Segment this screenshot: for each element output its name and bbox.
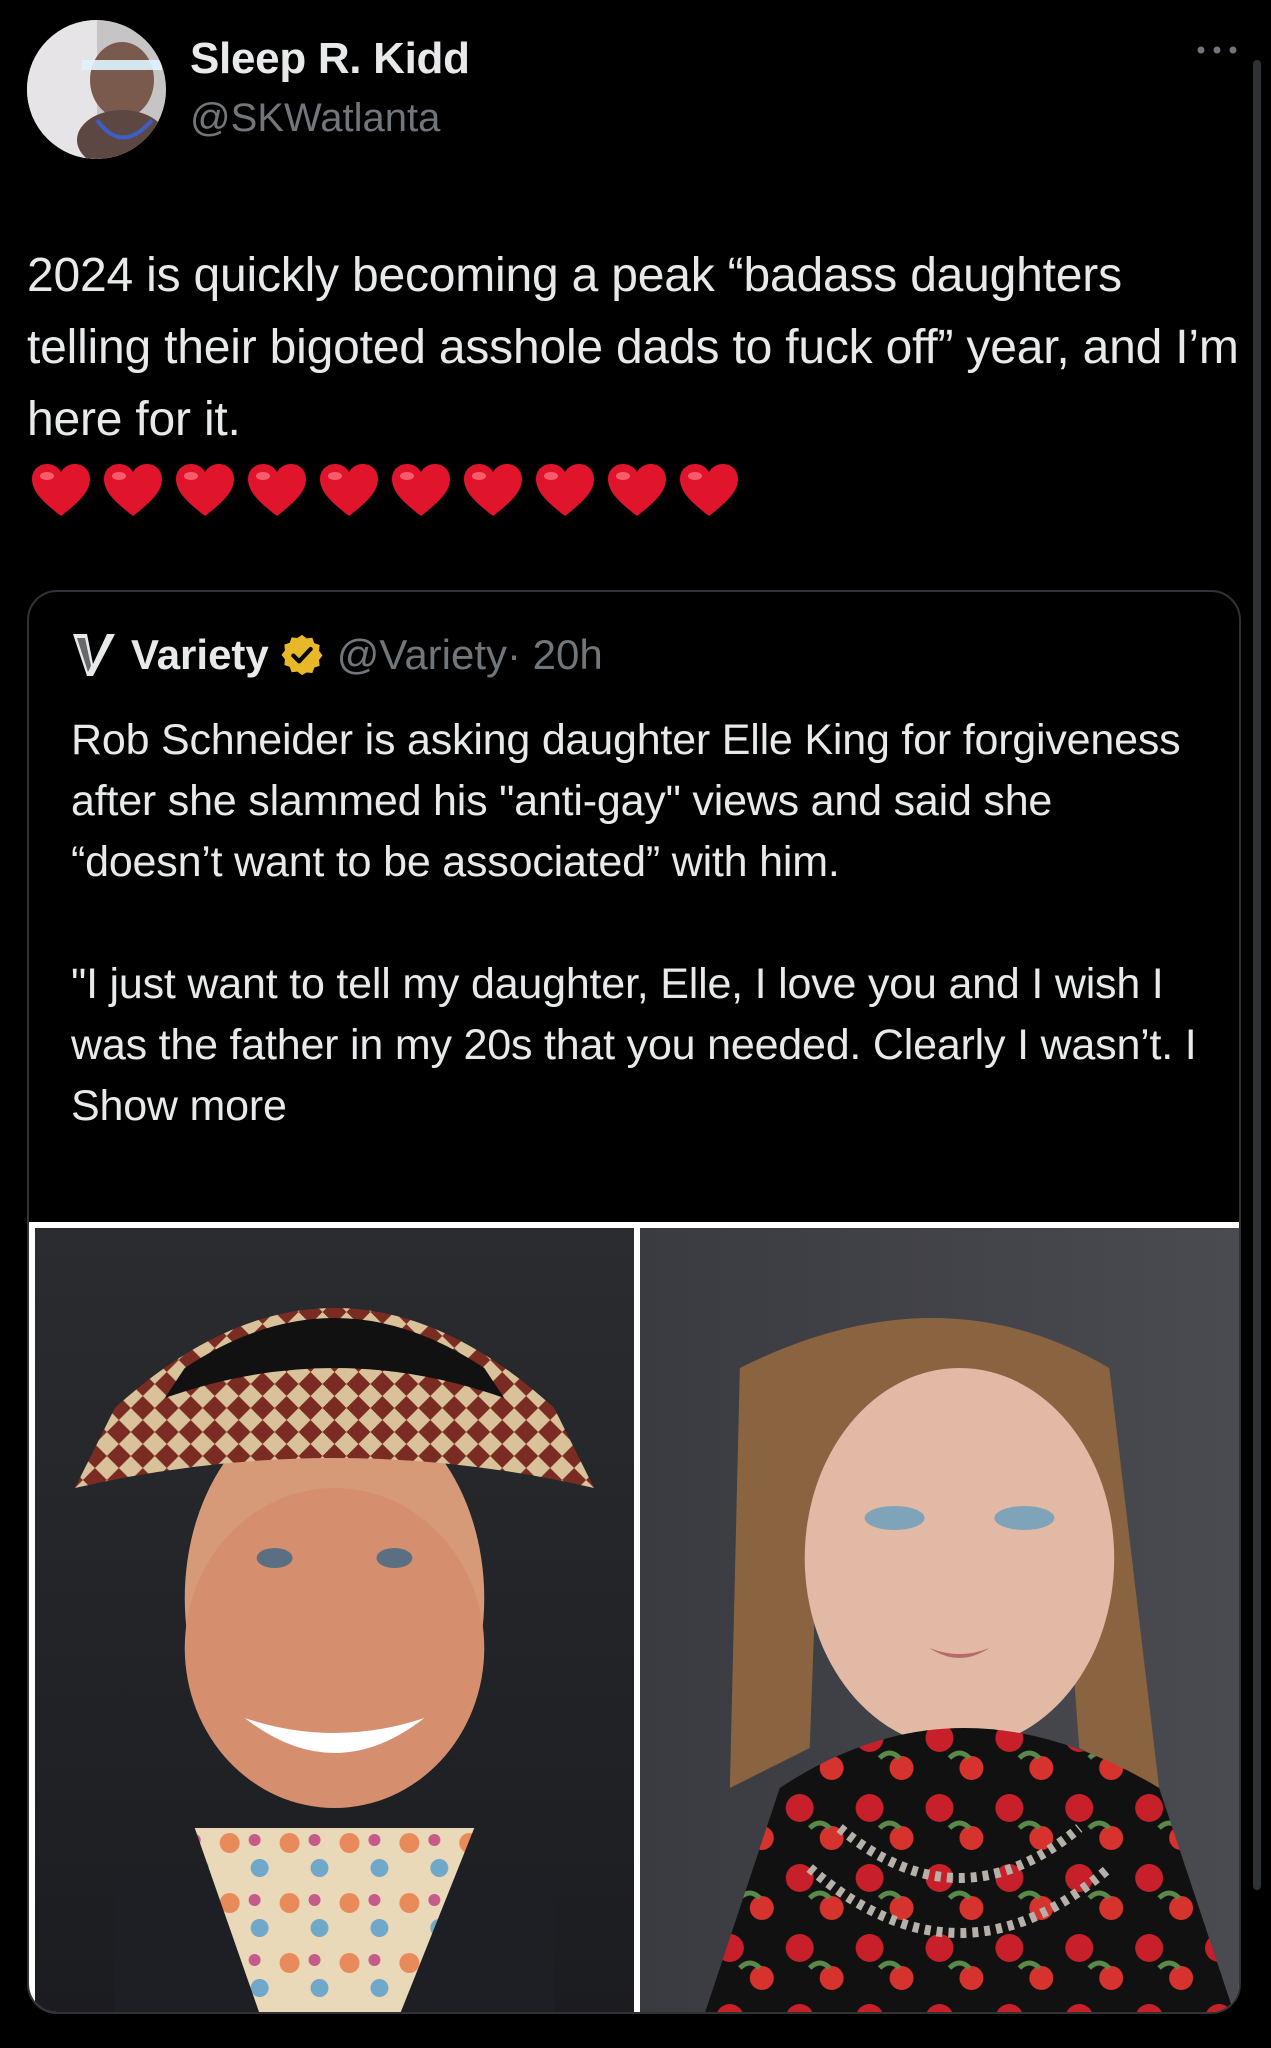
show-more-link[interactable]: Show more	[71, 1082, 287, 1130]
heart-emoji-icon	[104, 464, 162, 516]
quoted-author-name[interactable]: Variety	[131, 631, 269, 679]
photo-elle-king[interactable]	[640, 1228, 1239, 2012]
scrollbar[interactable]	[1253, 60, 1261, 1890]
tweet[interactable]: Sleep R. Kidd @SKWatlanta 2024 is quickl…	[0, 0, 1271, 2048]
heart-emoji-row	[30, 462, 740, 522]
heart-emoji-icon	[464, 464, 522, 516]
quoted-tweet-text: Rob Schneider is asking daughter Elle Ki…	[71, 710, 1201, 1137]
ellipsis-icon[interactable]	[1195, 40, 1239, 60]
photo-rob-schneider[interactable]	[35, 1228, 634, 2012]
author-handle[interactable]: @SKWatlanta	[190, 96, 440, 141]
heart-emoji-icon	[392, 464, 450, 516]
quoted-tweet-body: Rob Schneider is asking daughter Elle Ki…	[71, 716, 1197, 1069]
quoted-author-handle[interactable]: @Variety	[337, 631, 507, 679]
heart-emoji-icon	[248, 464, 306, 516]
author-display-name[interactable]: Sleep R. Kidd	[190, 34, 470, 84]
heart-emoji-icon	[32, 464, 90, 516]
avatar[interactable]	[27, 20, 166, 159]
tweet-text: 2024 is quickly becoming a peak “badass …	[27, 249, 1239, 446]
photo-elle-king-image	[640, 1228, 1239, 2012]
heart-emoji-icon	[320, 464, 378, 516]
quoted-timestamp[interactable]: · 20h	[507, 631, 603, 679]
heart-emoji-icon	[608, 464, 666, 516]
variety-logo-icon	[73, 634, 115, 676]
quoted-tweet[interactable]: Variety @Variety · 20h Rob Schneider is …	[27, 590, 1241, 2014]
photo-rob-schneider-image	[35, 1228, 634, 2012]
quoted-tweet-header: Variety @Variety · 20h	[71, 630, 603, 680]
heart-emoji-icon	[176, 464, 234, 516]
verified-badge-icon	[281, 634, 323, 676]
avatar-image	[27, 20, 166, 159]
heart-emoji-icon	[680, 464, 738, 516]
quoted-media[interactable]	[29, 1222, 1239, 2012]
heart-emoji-icon	[536, 464, 594, 516]
